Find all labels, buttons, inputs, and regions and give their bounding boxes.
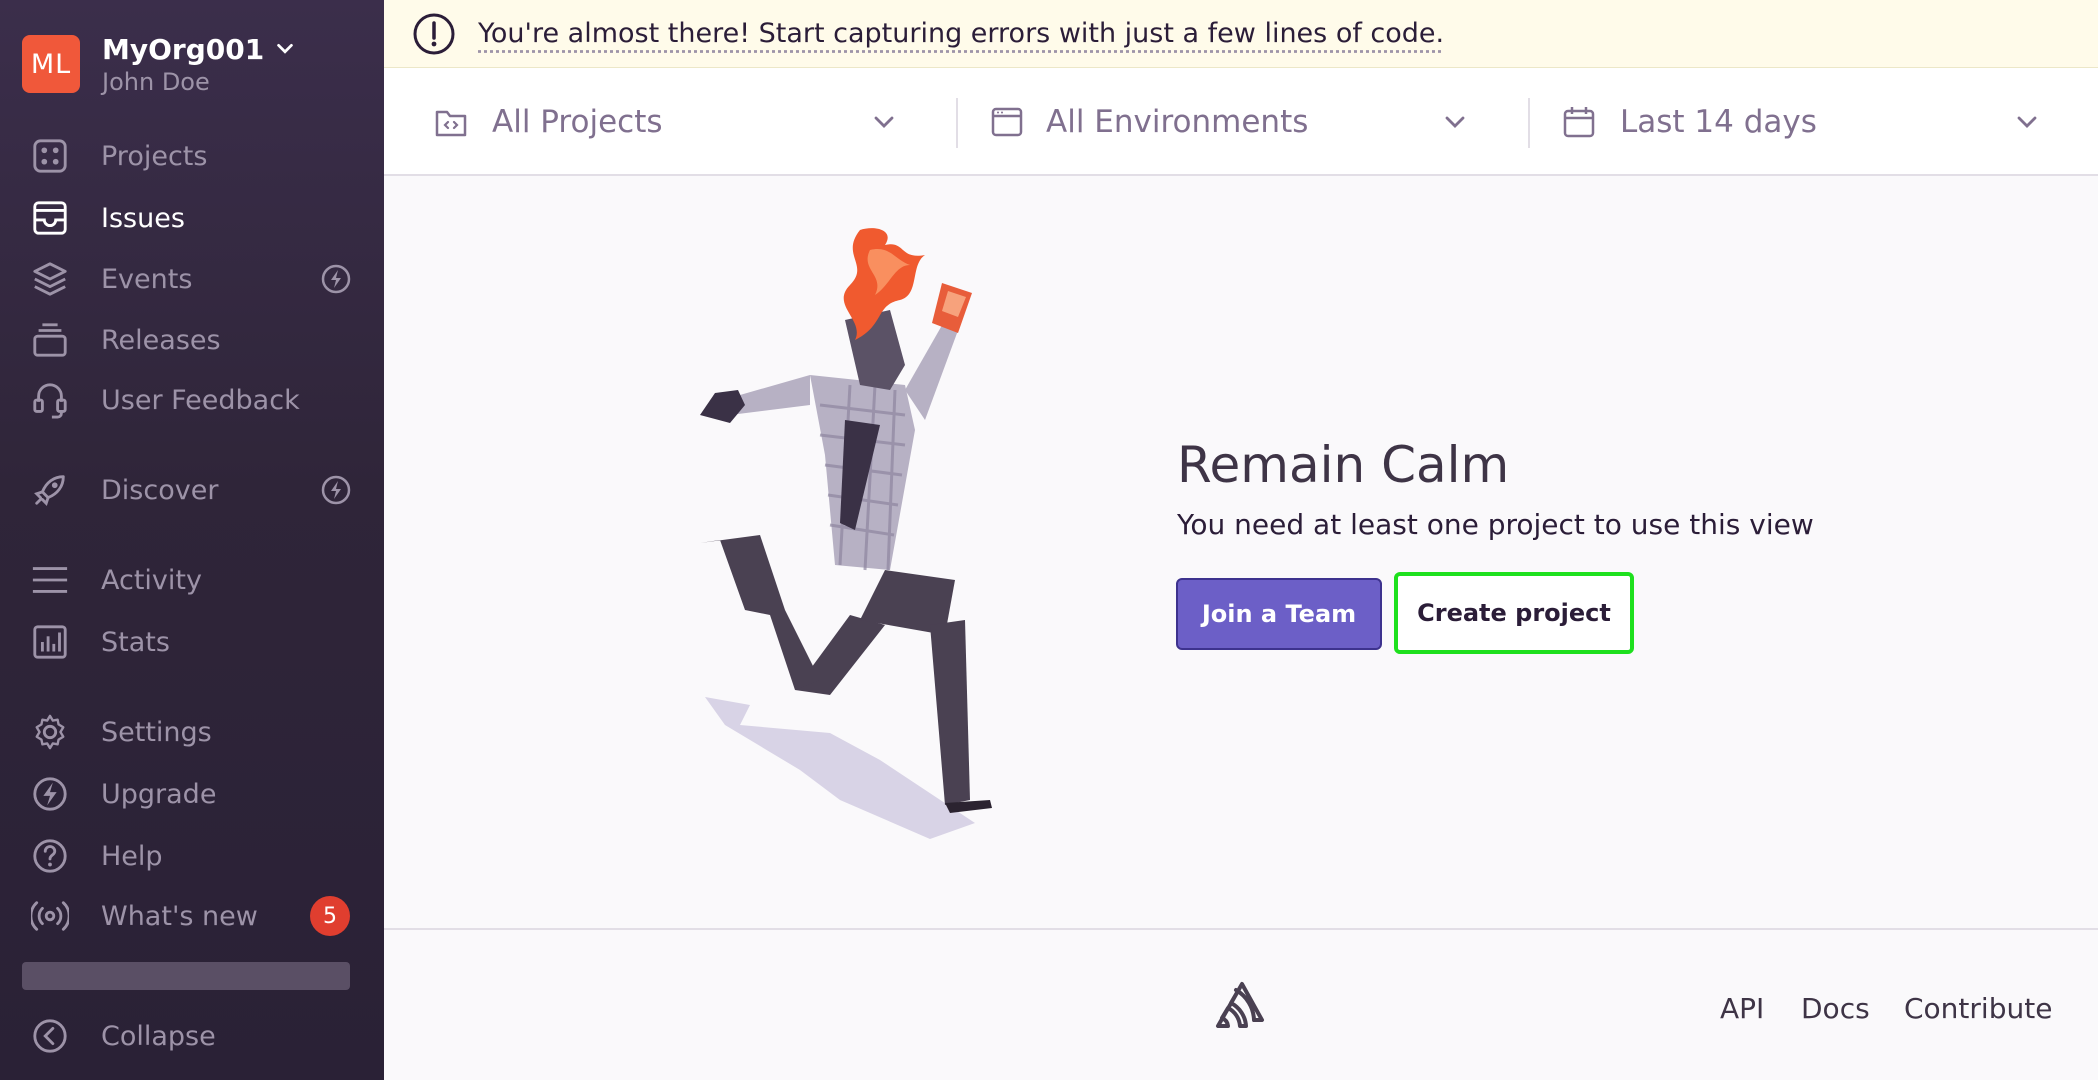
sidebar-item-releases[interactable]: Releases [0,314,384,366]
sidebar-item-label: Events [101,263,193,295]
sidebar-item-help[interactable]: Help [0,830,384,882]
banner-link[interactable]: You're almost there! Start capturing err… [478,18,1444,49]
upgrade-icon [30,774,70,814]
sidebar-item-label: What's new [101,900,258,932]
footer-link-api[interactable]: API [1720,992,1764,1025]
sidebar-item-issues[interactable]: Issues [0,192,384,244]
sidebar-item-events[interactable]: Events [0,253,384,305]
sidebar-item-user-feedback[interactable]: User Feedback [0,374,384,426]
date-range-selector-label: Last 14 days [1620,104,1817,140]
environment-selector-label: All Environments [1046,104,1309,140]
releases-icon [30,320,70,360]
date-range-selector[interactable]: Last 14 days [1530,68,2098,176]
sidebar-item-label: Discover [101,474,219,506]
chevron-down-icon [1445,116,1465,128]
sentry-logo-icon [1216,982,1264,1028]
sidebar-item-label: Upgrade [101,778,217,810]
running-person-illustration [700,228,992,839]
sidebar-item-stats[interactable]: Stats [0,616,384,668]
sidebar: ML MyOrg001 John Doe Projects Issues Eve… [0,0,384,1080]
environment-selector[interactable]: All Environments [958,68,1528,176]
gear-icon [30,712,70,752]
org-avatar: ML [22,35,80,93]
sidebar-item-label: Settings [101,716,212,748]
sidebar-item-upgrade[interactable]: Upgrade [0,768,384,820]
discover-icon [30,470,70,510]
broadcast-icon [30,896,70,936]
projects-icon [30,136,70,176]
help-icon [30,836,70,876]
collapse-button[interactable]: Collapse [0,1010,384,1062]
sidebar-item-activity[interactable]: Activity [0,554,384,606]
warning-icon [413,13,455,54]
issues-icon [30,198,70,238]
sidebar-item-label: Projects [101,140,208,172]
sidebar-item-label: Activity [101,564,202,596]
events-icon [30,259,70,299]
sidebar-item-label: Help [101,840,163,872]
footer: API Docs Contribute [384,928,2098,1080]
folder-code-icon [435,110,467,137]
sidebar-item-whats-new[interactable]: What's new 5 [0,890,384,942]
org-switcher[interactable]: ML MyOrg001 John Doe [22,32,296,96]
lightning-icon [321,264,351,294]
notification-count-badge: 5 [310,896,350,936]
empty-state-subtitle: You need at least one project to use thi… [1177,508,1814,541]
sidebar-item-projects[interactable]: Projects [0,130,384,182]
org-name: MyOrg001 [102,32,265,66]
sidebar-item-label: Stats [101,626,170,658]
chevron-left-circle-icon [30,1016,70,1056]
sidebar-item-discover[interactable]: Discover [0,464,384,516]
sidebar-item-label: User Feedback [101,384,300,416]
chevron-down-icon [2017,116,2037,128]
global-selection-header: All Projects All Environments Last 14 da… [384,68,2098,176]
lightning-icon [321,475,351,505]
sidebar-item-label: Issues [101,202,185,234]
chevron-down-icon [277,43,294,54]
empty-state-title: Remain Calm [1177,436,1510,494]
footer-link-contribute[interactable]: Contribute [1904,992,2052,1025]
collapse-label: Collapse [101,1020,216,1052]
user-feedback-icon [30,380,70,420]
project-selector-label: All Projects [492,104,663,140]
footer-link-docs[interactable]: Docs [1801,992,1870,1025]
user-name: John Doe [102,67,210,96]
create-project-button[interactable]: Create project [1394,572,1634,654]
sidebar-item-settings[interactable]: Settings [0,706,384,758]
stats-icon [30,622,70,662]
sidebar-divider-bar [22,962,350,990]
onboarding-banner: You're almost there! Start capturing err… [384,0,2098,68]
calendar-icon [1563,107,1595,138]
window-icon [991,107,1023,137]
sidebar-item-label: Releases [101,324,221,356]
activity-icon [30,560,70,600]
chevron-down-icon [874,116,894,128]
join-team-button[interactable]: Join a Team [1176,578,1382,650]
project-selector[interactable]: All Projects [384,68,956,176]
